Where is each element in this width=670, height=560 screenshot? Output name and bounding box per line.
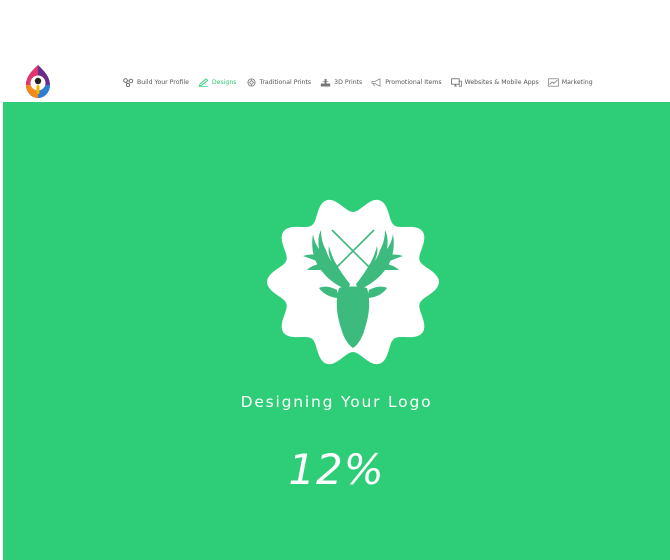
- nav-item-3d-prints[interactable]: 3D Prints: [320, 78, 362, 87]
- nav-item-label: Traditional Prints: [259, 79, 312, 86]
- nav-item-label: Marketing: [561, 79, 593, 86]
- page: Build Your Profile Designs Traditional P…: [0, 0, 670, 560]
- devices-icon: [450, 78, 462, 87]
- nav-item-label: Promotional Items: [385, 79, 442, 86]
- deer-logo-badge-icon: [267, 199, 439, 365]
- brand-logo-icon[interactable]: [22, 64, 54, 100]
- nav-item-label: 3D Prints: [334, 79, 363, 86]
- nav-item-traditional-prints[interactable]: Traditional Prints: [246, 78, 312, 87]
- nav-item-designs[interactable]: Designs: [198, 78, 237, 87]
- nav-item-label: Designs: [211, 79, 237, 86]
- printer-3d-icon: [320, 79, 331, 87]
- megaphone-icon: [371, 78, 381, 87]
- progress-percentage: 12%: [288, 445, 385, 494]
- navbar: Build Your Profile Designs Traditional P…: [0, 62, 670, 102]
- chart-icon: [548, 78, 559, 87]
- pen-icon: [198, 78, 209, 87]
- main-nav: Build Your Profile Designs Traditional P…: [123, 78, 593, 87]
- stamp-icon: [247, 78, 256, 87]
- nav-item-websites-mobile-apps[interactable]: Websites & Mobile Apps: [450, 78, 539, 87]
- nav-item-label: Websites & Mobile Apps: [464, 79, 539, 86]
- nav-item-build-your-profile[interactable]: Build Your Profile: [123, 78, 189, 87]
- nav-item-label: Build Your Profile: [137, 79, 189, 86]
- hero-section: Designing Your Logo 12%: [3, 102, 670, 560]
- connection-icon: [123, 78, 134, 87]
- nav-item-marketing[interactable]: Marketing: [548, 78, 593, 87]
- hero-title: Designing Your Logo: [240, 393, 433, 411]
- nav-item-promotional-items[interactable]: Promotional Items: [371, 78, 442, 87]
